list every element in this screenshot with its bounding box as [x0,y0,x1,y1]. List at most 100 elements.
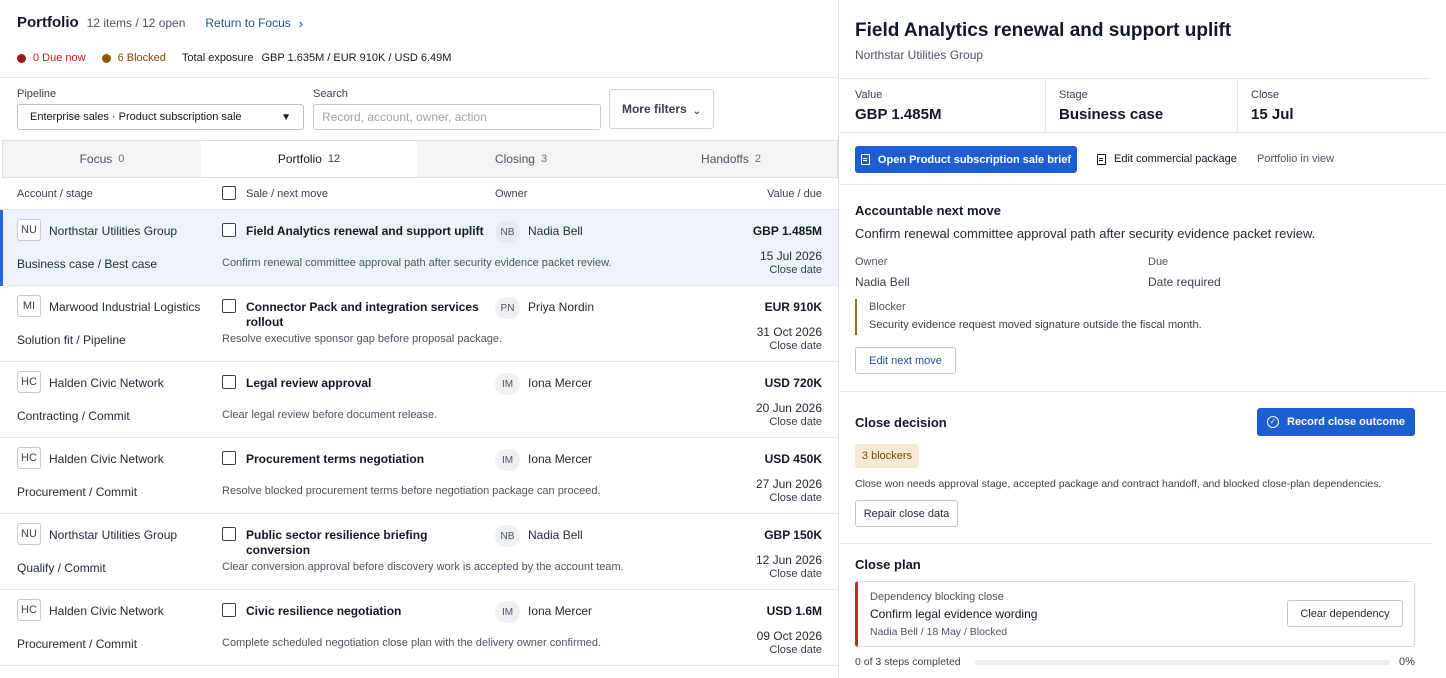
return-to-focus-link[interactable]: Return to Focus › [205,16,303,31]
owner-name: Priya Nordin [528,300,595,314]
edit-next-move-button[interactable]: Edit next move [855,347,956,374]
summary-stats: 0 Due now 6 Blocked Total exposure GBP 1… [17,52,451,64]
page-title: Portfolio [17,14,79,31]
blocked-dot-icon [101,53,111,63]
return-to-focus-label: Return to Focus [205,16,291,30]
blocked-label: 6 Blocked [117,52,166,64]
account-name: Halden Civic Network [49,452,164,466]
edit-commercial-package-button[interactable]: Edit commercial package [1097,153,1237,165]
next-move: Clear conversion approval before discove… [222,561,624,573]
detail-title: Field Analytics renewal and support upli… [855,20,1232,41]
tab-count: 3 [540,153,548,165]
close-decision-heading: Close decision [855,415,947,430]
divider [840,184,1446,185]
divider [840,543,1432,544]
table-row[interactable]: NU Northstar Utilities Group Qualify / Com… [0,514,838,590]
table-row[interactable]: HC Halden Civic Network Procurement / Comm… [0,438,838,514]
deal-value: GBP 1.485M [752,224,822,238]
sale-name: Procurement terms negotiation [246,452,425,466]
metric-close: Close 15 Jul [1238,79,1430,133]
row-checkbox[interactable] [222,223,236,237]
sale-name: Legal review approval [246,376,372,390]
select-all-checkbox[interactable] [222,186,236,200]
account-stage: Business case / Best case [17,257,158,271]
account-name: Northstar Utilities Group [49,224,178,238]
pipeline-value: Enterprise sales · Product subscription … [30,111,242,123]
blocked-stat[interactable]: 6 Blocked [101,52,166,64]
portfolio-header: Portfolio 12 items / 12 open Return to F… [17,14,303,34]
owner-avatar: PN [495,297,520,319]
pipeline-select[interactable]: Enterprise sales · Product subscription … [17,104,304,130]
metric-label: Close [1251,89,1280,101]
view-tabs: Focus 0 Portfolio 12 Closing 3 Handoffs … [2,140,838,178]
deal-value: USD 720K [764,376,822,390]
blocker-callout: Blocker Security evidence request moved … [855,299,1275,335]
due-now-label: 0 Due now [33,52,86,64]
tab-count: 0 [118,153,125,165]
metric-stage: Stage Business case [1046,79,1238,133]
sale-name: Connector Pack and integration services … [246,300,479,329]
metric-label: Stage [1059,89,1088,101]
due-now-stat[interactable]: 0 Due now [17,52,86,64]
table-row[interactable]: NU Northstar Utilities Group Business case… [0,210,838,286]
row-checkbox[interactable] [222,603,236,617]
tab-portfolio[interactable]: Portfolio 12 [201,141,417,177]
edit-package-label: Edit commercial package [1114,153,1237,165]
progress-percent: 0% [1399,656,1415,668]
account-name: Marwood Industrial Logistics [49,300,201,314]
search-input[interactable] [313,104,601,130]
deal-value: EUR 910K [764,300,822,314]
row-checkbox[interactable] [222,527,236,541]
next-move: Resolve blocked procurement terms before… [222,485,601,497]
row-checkbox[interactable] [222,375,236,389]
record-close-outcome-button[interactable]: ✓ Record close outcome [1257,408,1415,436]
chevron-right-icon: › [298,15,304,31]
close-date: 20 Jun 2026 [755,401,822,415]
tab-handoffs[interactable]: Handoffs 2 [625,141,837,177]
owner-value: Nadia Bell [855,275,910,289]
column-header-value: Value / due [767,188,822,200]
more-filters-button[interactable]: More filters ⌄ [609,89,714,129]
row-checkbox[interactable] [222,451,236,465]
table-row[interactable]: HC Halden Civic Network Procurement / Comm… [0,590,838,666]
blocker-text: Security evidence request moved signatur… [869,319,1202,331]
repair-close-data-button[interactable]: Repair close data [855,500,958,527]
next-move: Clear legal review before document relea… [222,409,438,421]
portfolio-in-view-link[interactable]: Portfolio in view [1257,153,1334,165]
owner-name: Nadia Bell [528,224,583,238]
close-plan-heading: Close plan [855,557,921,572]
tab-closing[interactable]: Closing 3 [417,141,625,177]
tab-focus[interactable]: Focus 0 [3,141,201,177]
divider [840,391,1446,392]
open-brief-button[interactable]: Open Product subscription sale brief [855,146,1077,173]
record-outcome-label: Record close outcome [1287,416,1405,428]
account-stage: Procurement / Commit [17,485,138,499]
exposure-value: GBP 1.635M / EUR 910K / USD 6.49M [261,52,452,64]
account-initials: HC [17,371,41,393]
account-initials: HC [17,447,41,469]
metric-label: Value [855,89,883,101]
next-move-text: Confirm renewal committee approval path … [855,226,1316,241]
close-date: 09 Oct 2026 [756,629,822,643]
next-move: Resolve executive sponsor gap before pro… [222,333,503,345]
clear-dependency-button[interactable]: Clear dependency [1287,600,1403,627]
divider [0,77,838,78]
metric-figure: Business case [1059,106,1164,123]
sale-name: Civic resilience negotiation [246,604,402,618]
deal-value: USD 450K [764,452,822,466]
sale-name: Public sector resilience briefing conver… [246,528,428,557]
owner-name: Nadia Bell [528,528,583,542]
close-date-label: Close date [769,644,822,656]
exposure-label: Total exposure [181,52,254,64]
row-checkbox[interactable] [222,299,236,313]
search-label: Search [313,88,348,100]
account-stage: Solution fit / Pipeline [17,333,126,347]
dependency-label: Dependency blocking close [870,591,1004,603]
account-initials: NU [17,523,41,545]
table-row[interactable]: HC Halden Civic Network Contracting / Comm… [0,362,838,438]
column-header-sale: Sale / next move [246,188,328,200]
blockers-badge: 3 blockers [855,444,919,468]
owner-avatar: NB [495,221,520,243]
document-icon [1097,153,1106,165]
table-row[interactable]: MI Marwood Industrial Logistics Solution f… [0,286,838,362]
